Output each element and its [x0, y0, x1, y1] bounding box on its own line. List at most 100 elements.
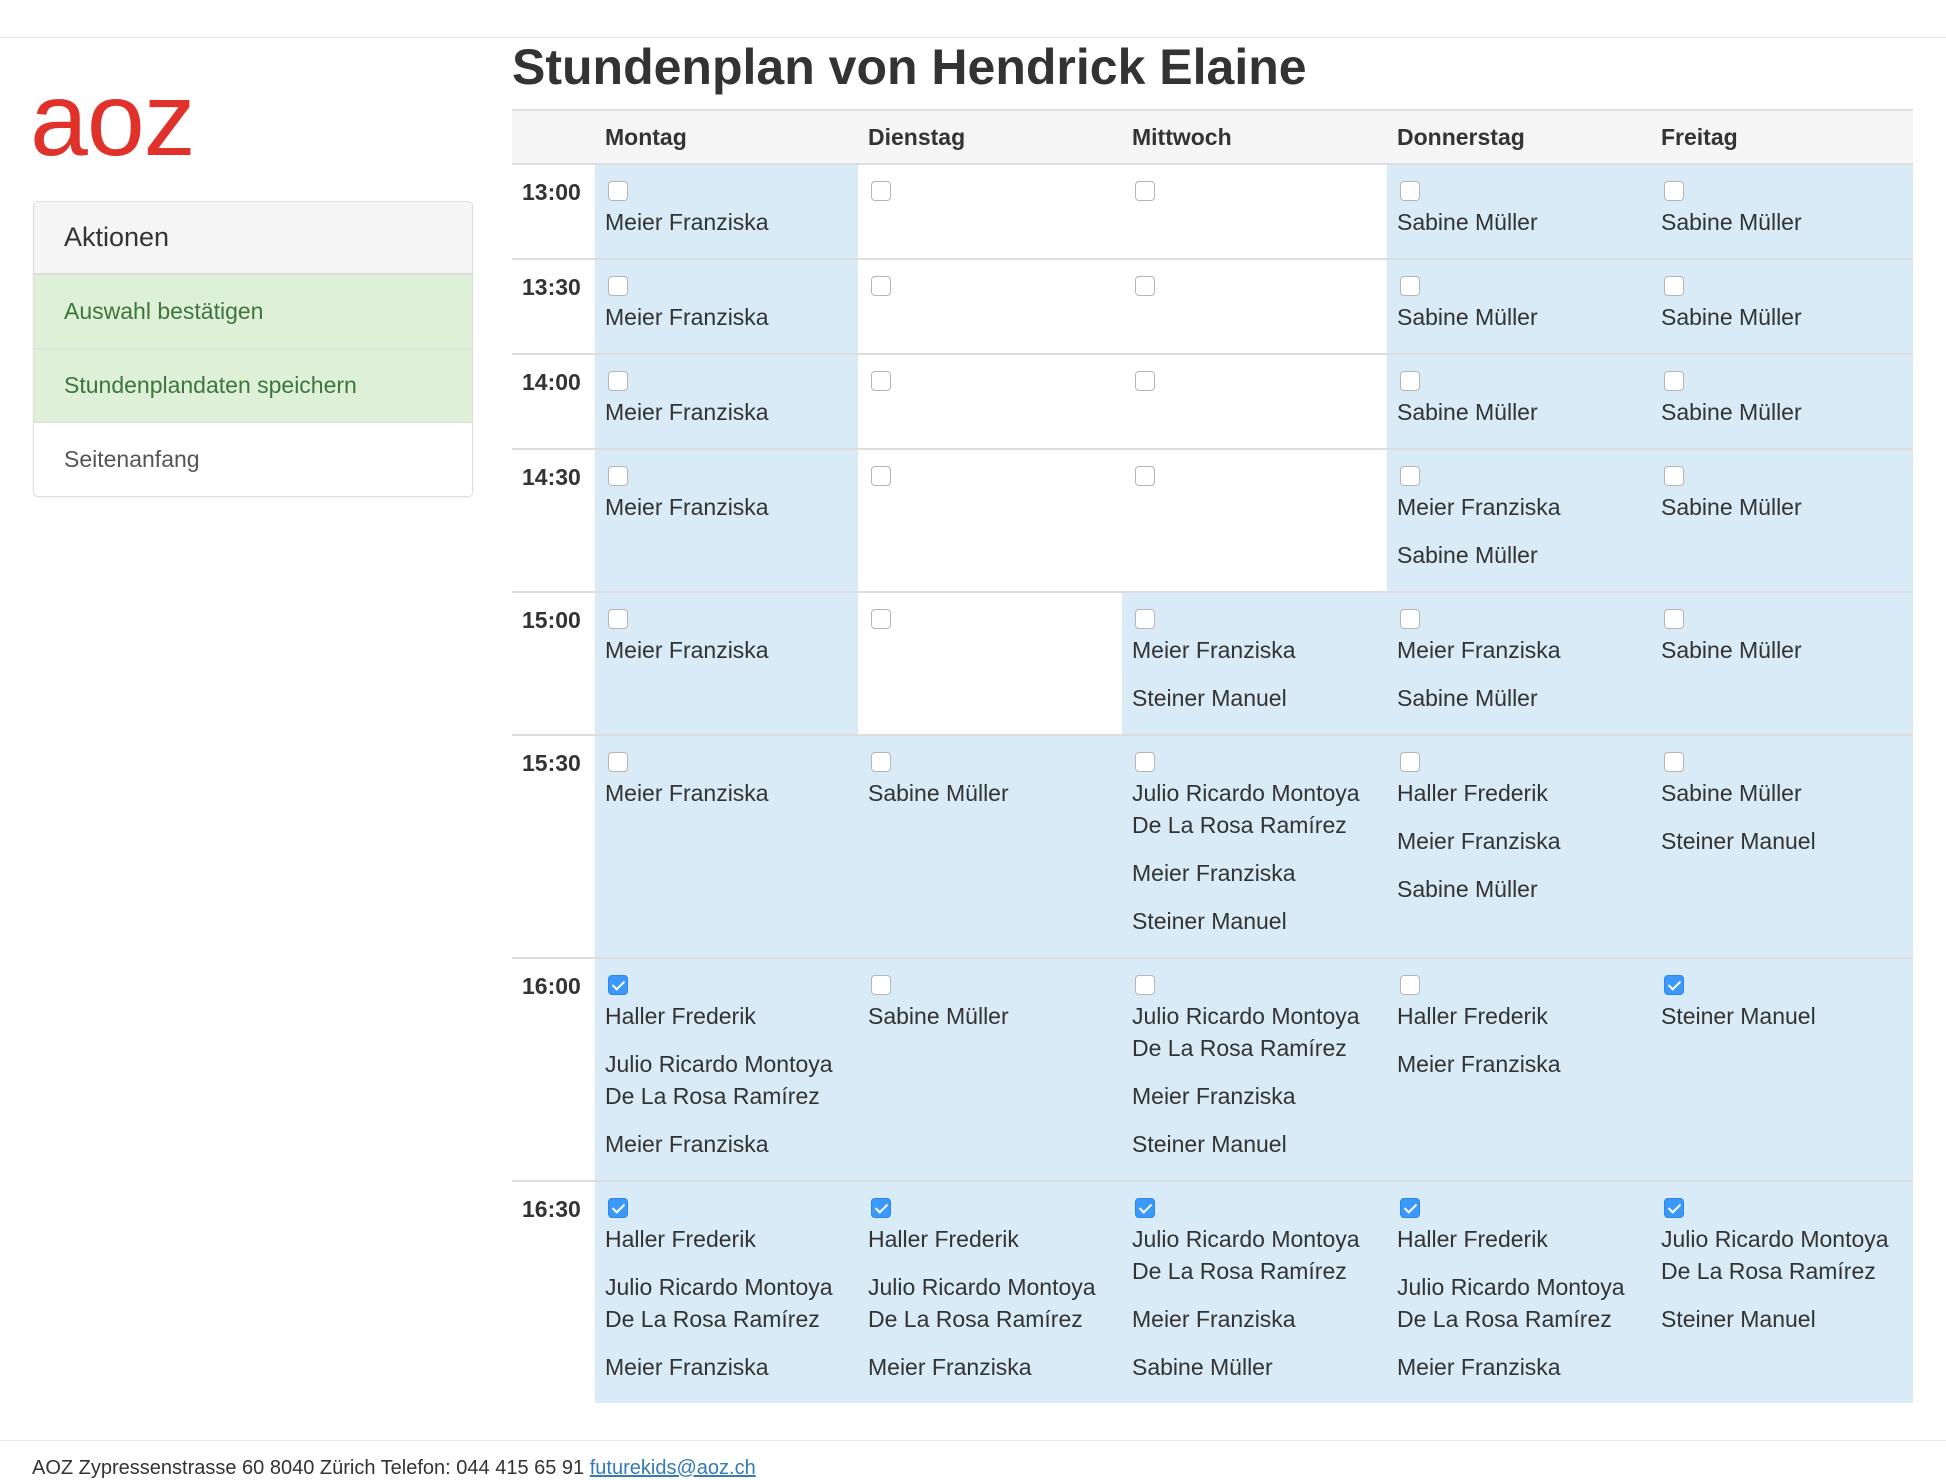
slot-cell-mittwoch: Julio Ricardo Montoya De La Rosa Ramírez…	[1122, 957, 1387, 1181]
tutor-name: Meier Franziska	[1132, 637, 1296, 663]
tutor-name: Sabine Müller	[1397, 399, 1538, 425]
slot-checkbox[interactable]	[1135, 752, 1155, 772]
slot-cell-mittwoch: Meier Franziska Steiner Manuel	[1122, 591, 1387, 735]
time-slot-label: 14:30	[512, 448, 595, 592]
slot-checkbox[interactable]	[1400, 276, 1420, 296]
tutor-name: Sabine Müller	[1132, 1354, 1273, 1380]
slot-checkbox[interactable]	[1664, 181, 1684, 201]
tutor-name: Sabine Müller	[1661, 304, 1802, 330]
slot-checkbox[interactable]	[608, 276, 628, 296]
tutor-name: Sabine Müller	[1661, 637, 1802, 663]
schedule-row: 15:30 Meier Franziska Sabine Müller Julio R…	[512, 734, 1913, 958]
slot-checkbox[interactable]	[871, 752, 891, 772]
tutor-name: Julio Ricardo Montoya De La Rosa Ramírez	[605, 1051, 833, 1109]
slot-cell-dienstag	[858, 353, 1122, 449]
tutor-name: Haller Frederik	[1397, 1226, 1548, 1252]
tutor-name: Sabine Müller	[1397, 876, 1538, 902]
tutor-name: Meier Franziska	[1397, 494, 1561, 520]
slot-checkbox[interactable]	[1400, 1198, 1420, 1218]
schedule-table-container: Montag Dienstag Mittwoch Donnerstag Frei…	[512, 109, 1913, 1440]
slot-cell-donnerstag: Haller Frederik Meier Franziska Sabine Mül…	[1387, 734, 1651, 958]
slot-checkbox[interactable]	[1400, 466, 1420, 486]
tutor-name: Sabine Müller	[1661, 399, 1802, 425]
slot-cell-montag: Meier Franziska	[595, 258, 858, 354]
schedule-row: 15:00 Meier Franziska Meier Franziska Stein…	[512, 591, 1913, 735]
slot-cell-dienstag: Sabine Müller	[858, 734, 1122, 958]
tutor-name: Sabine Müller	[1661, 209, 1802, 235]
back-to-top-link[interactable]: Seitenanfang	[34, 422, 472, 496]
tutor-name: Steiner Manuel	[1661, 1003, 1816, 1029]
slot-cell-montag: Haller Frederik Julio Ricardo Montoya De …	[595, 1180, 858, 1403]
tutor-name: Julio Ricardo Montoya De La Rosa Ramírez	[605, 1274, 833, 1332]
tutor-name: Meier Franziska	[605, 1354, 769, 1380]
save-schedule-button[interactable]: Stundenplandaten speichern	[34, 348, 472, 422]
slot-checkbox[interactable]	[1135, 371, 1155, 391]
footer-email-link[interactable]: futurekids@aoz.ch	[590, 1457, 756, 1479]
page-title: Stundenplan von Hendrick Elaine	[512, 39, 1307, 95]
slot-checkbox[interactable]	[1664, 1198, 1684, 1218]
slot-checkbox[interactable]	[1664, 466, 1684, 486]
slot-checkbox[interactable]	[1400, 371, 1420, 391]
slot-checkbox[interactable]	[1135, 975, 1155, 995]
slot-checkbox[interactable]	[608, 181, 628, 201]
slot-cell-freitag: Julio Ricardo Montoya De La Rosa Ramírez…	[1651, 1180, 1913, 1403]
tutor-name: Meier Franziska	[868, 1354, 1032, 1380]
slot-checkbox[interactable]	[871, 181, 891, 201]
slot-checkbox[interactable]	[608, 1198, 628, 1218]
slot-cell-mittwoch	[1122, 448, 1387, 592]
aoz-logo[interactable]: aoz	[30, 68, 196, 172]
tutor-name: Sabine Müller	[868, 780, 1009, 806]
slot-checkbox[interactable]	[608, 371, 628, 391]
slot-cell-montag: Meier Franziska	[595, 163, 858, 259]
slot-checkbox[interactable]	[871, 276, 891, 296]
slot-checkbox[interactable]	[1135, 466, 1155, 486]
tutor-name: Meier Franziska	[605, 399, 769, 425]
tutor-name: Meier Franziska	[1132, 1083, 1296, 1109]
slot-checkbox[interactable]	[871, 975, 891, 995]
slot-checkbox[interactable]	[871, 466, 891, 486]
confirm-selection-button[interactable]: Auswahl bestätigen	[34, 274, 472, 348]
schedule-row: 13:00 Meier Franziska Sabine Müller Sabine …	[512, 163, 1913, 259]
slot-checkbox[interactable]	[1400, 752, 1420, 772]
slot-checkbox[interactable]	[1664, 276, 1684, 296]
time-slot-label: 15:30	[512, 734, 595, 958]
schedule-row: 16:30 Haller Frederik Julio Ricardo Montoy…	[512, 1180, 1913, 1403]
footer-text: AOZ Zypressenstrasse 60 8040 Zürich Tele…	[32, 1457, 756, 1480]
time-slot-label: 13:30	[512, 258, 595, 354]
slot-cell-dienstag	[858, 258, 1122, 354]
slot-checkbox[interactable]	[1135, 1198, 1155, 1218]
tutor-name: Sabine Müller	[1397, 304, 1538, 330]
tutor-name: Haller Frederik	[868, 1226, 1019, 1252]
slot-checkbox[interactable]	[1135, 276, 1155, 296]
slot-checkbox[interactable]	[1135, 181, 1155, 201]
slot-checkbox[interactable]	[871, 1198, 891, 1218]
time-column-header	[512, 109, 595, 165]
actions-panel-title: Aktionen	[34, 202, 472, 274]
slot-checkbox[interactable]	[871, 371, 891, 391]
slot-checkbox[interactable]	[1135, 609, 1155, 629]
slot-checkbox[interactable]	[871, 609, 891, 629]
slot-checkbox[interactable]	[1400, 181, 1420, 201]
slot-checkbox[interactable]	[608, 752, 628, 772]
slot-checkbox[interactable]	[608, 609, 628, 629]
tutor-name: Sabine Müller	[868, 1003, 1009, 1029]
schedule-table: Montag Dienstag Mittwoch Donnerstag Frei…	[512, 109, 1913, 1403]
tutor-name: Sabine Müller	[1661, 780, 1802, 806]
tutor-name: Steiner Manuel	[1661, 828, 1816, 854]
slot-cell-mittwoch	[1122, 258, 1387, 354]
slot-checkbox[interactable]	[1400, 975, 1420, 995]
slot-checkbox[interactable]	[608, 466, 628, 486]
tutor-name: Meier Franziska	[1397, 637, 1561, 663]
slot-checkbox[interactable]	[1400, 609, 1420, 629]
slot-checkbox[interactable]	[1664, 609, 1684, 629]
tutor-name: Julio Ricardo Montoya De La Rosa Ramírez	[1661, 1226, 1889, 1284]
slot-cell-freitag: Sabine Müller	[1651, 591, 1913, 735]
slot-checkbox[interactable]	[1664, 975, 1684, 995]
tutor-name: Steiner Manuel	[1132, 1131, 1287, 1157]
tutor-name: Sabine Müller	[1661, 494, 1802, 520]
slot-checkbox[interactable]	[1664, 752, 1684, 772]
slot-checkbox[interactable]	[608, 975, 628, 995]
slot-cell-dienstag: Haller Frederik Julio Ricardo Montoya De …	[858, 1180, 1122, 1403]
slot-cell-montag: Meier Franziska	[595, 448, 858, 592]
slot-checkbox[interactable]	[1664, 371, 1684, 391]
